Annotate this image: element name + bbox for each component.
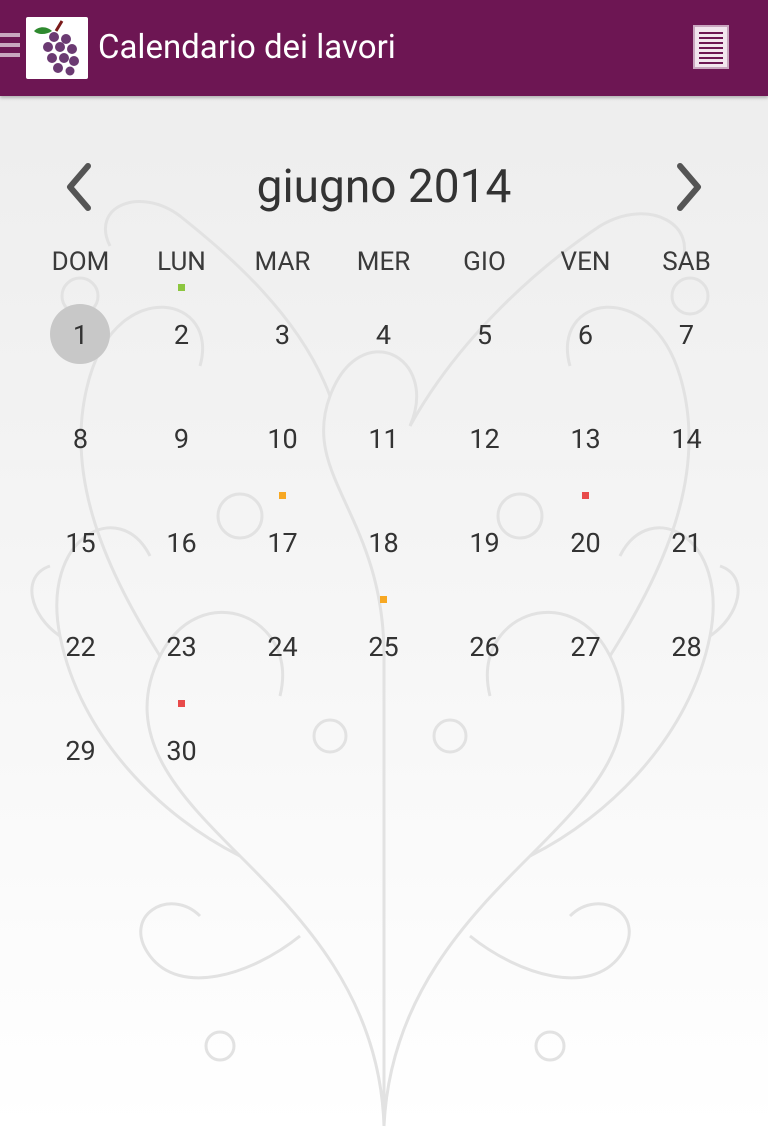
day-number: 16	[166, 527, 197, 559]
day-cell[interactable]: 28	[636, 592, 737, 696]
day-number: 22	[65, 631, 96, 663]
event-marker	[279, 492, 286, 499]
empty-day-cell	[434, 696, 535, 800]
day-cell[interactable]: 2	[131, 280, 232, 384]
event-marker	[380, 596, 387, 603]
event-marker	[178, 700, 185, 707]
day-cell[interactable]: 17	[232, 488, 333, 592]
day-number: 14	[671, 423, 702, 455]
day-cell[interactable]: 12	[434, 384, 535, 488]
weekday-label: VEN	[560, 247, 611, 277]
month-header: giugno 2014	[0, 150, 768, 230]
week-row: 29 30	[30, 696, 737, 800]
day-cell[interactable]: 24	[232, 592, 333, 696]
day-number: 20	[570, 527, 601, 559]
weekday-label: MER	[356, 247, 411, 277]
day-cell[interactable]: 23	[131, 592, 232, 696]
day-number: 13	[570, 423, 601, 455]
day-number: 17	[267, 527, 298, 559]
day-number: 25	[368, 631, 399, 663]
day-number: 19	[469, 527, 500, 559]
day-number: 9	[173, 423, 190, 455]
day-cell[interactable]: 30	[131, 696, 232, 800]
day-number: 15	[65, 527, 96, 559]
day-number: 12	[469, 423, 500, 455]
calendar-grid: 1 2 3 4 5 6 7 8 9 10 11 12 13 14 15 16 17 18 19 20 21 22 23 24 2…	[30, 280, 737, 800]
grape-bunch-icon[interactable]	[26, 17, 88, 79]
day-number: 2	[173, 319, 190, 351]
day-number: 10	[267, 423, 298, 455]
day-number: 1	[72, 319, 89, 351]
day-cell[interactable]: 3	[232, 280, 333, 384]
day-number: 29	[65, 735, 96, 767]
week-row: 1 2 3 4 5 6 7	[30, 280, 737, 384]
app-title: Calendario dei lavori	[98, 28, 396, 67]
day-number: 28	[671, 631, 702, 663]
event-marker	[178, 284, 185, 291]
day-cell[interactable]: 11	[333, 384, 434, 488]
empty-day-cell	[232, 696, 333, 800]
day-number: 30	[166, 735, 197, 767]
event-marker	[582, 492, 589, 499]
action-bar: Calendario dei lavori	[0, 0, 768, 96]
chevron-right-icon[interactable]	[668, 160, 708, 214]
day-number: 26	[469, 631, 500, 663]
day-cell[interactable]: 1	[30, 280, 131, 384]
day-number: 11	[368, 423, 399, 455]
empty-day-cell	[535, 696, 636, 800]
week-row: 15 16 17 18 19 20 21	[30, 488, 737, 592]
weekday-label: SAB	[662, 247, 711, 277]
day-cell[interactable]: 29	[30, 696, 131, 800]
list-view-icon[interactable]	[690, 24, 734, 72]
empty-day-cell	[636, 696, 737, 800]
day-cell[interactable]: 15	[30, 488, 131, 592]
day-cell[interactable]: 18	[333, 488, 434, 592]
day-cell[interactable]: 4	[333, 280, 434, 384]
week-row: 22 23 24 25 26 27 28	[30, 592, 737, 696]
day-cell[interactable]: 13	[535, 384, 636, 488]
day-number: 18	[368, 527, 399, 559]
day-cell[interactable]: 20	[535, 488, 636, 592]
day-cell[interactable]: 22	[30, 592, 131, 696]
day-number: 7	[678, 319, 695, 351]
day-cell[interactable]: 9	[131, 384, 232, 488]
weekday-label: LUN	[157, 247, 206, 277]
day-cell[interactable]: 27	[535, 592, 636, 696]
day-cell[interactable]: 16	[131, 488, 232, 592]
drawer-indicator-icon[interactable]	[0, 33, 20, 65]
day-number: 27	[570, 631, 601, 663]
day-number: 4	[375, 319, 392, 351]
week-row: 8 9 10 11 12 13 14	[30, 384, 737, 488]
day-number: 21	[671, 527, 702, 559]
empty-day-cell	[333, 696, 434, 800]
day-number: 6	[577, 319, 594, 351]
day-cell[interactable]: 14	[636, 384, 737, 488]
weekday-label: DOM	[51, 247, 110, 277]
day-cell[interactable]: 19	[434, 488, 535, 592]
weekday-label: GIO	[463, 247, 506, 277]
day-cell[interactable]: 6	[535, 280, 636, 384]
day-cell[interactable]: 26	[434, 592, 535, 696]
weekday-label: MAR	[254, 247, 311, 277]
day-cell[interactable]: 25	[333, 592, 434, 696]
day-cell[interactable]: 7	[636, 280, 737, 384]
day-number: 5	[476, 319, 493, 351]
day-cell[interactable]: 8	[30, 384, 131, 488]
day-number: 23	[166, 631, 197, 663]
weekday-header-row: DOM LUN MAR MER GIO VEN SAB	[30, 244, 737, 284]
day-number: 8	[72, 423, 89, 455]
day-cell[interactable]: 10	[232, 384, 333, 488]
day-cell[interactable]: 21	[636, 488, 737, 592]
day-number: 24	[267, 631, 298, 663]
month-title: giugno 2014	[256, 160, 512, 214]
day-number: 3	[274, 319, 291, 351]
day-cell[interactable]: 5	[434, 280, 535, 384]
